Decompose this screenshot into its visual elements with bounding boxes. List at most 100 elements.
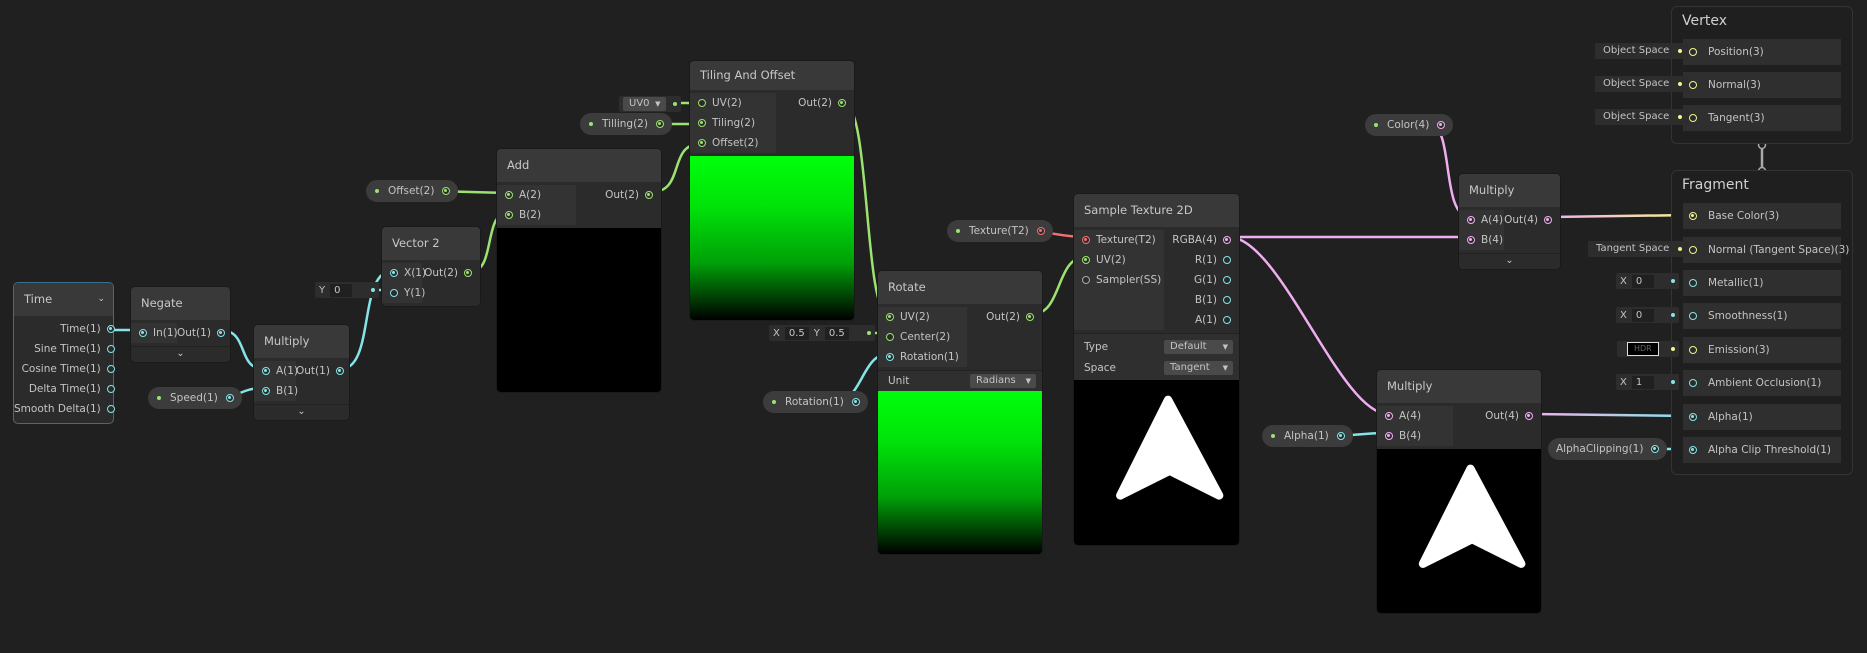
chevron-down-icon[interactable]: ⌄: [254, 404, 349, 420]
uv-channel-dropdown[interactable]: UV0: [623, 97, 666, 111]
port-icon[interactable]: [1223, 276, 1231, 284]
property-speed[interactable]: Speed(1): [148, 387, 242, 409]
input-port[interactable]: In(1): [131, 323, 178, 343]
multiply-node[interactable]: Multiply A(1) B(1) Out(1) ⌄: [254, 325, 349, 420]
tangent-space-default[interactable]: Object Space: [1595, 109, 1690, 125]
port-icon[interactable]: [1467, 236, 1475, 244]
block-normal-tangent[interactable]: Normal (Tangent Space)(3): [1683, 237, 1849, 263]
port-icon[interactable]: [1689, 312, 1697, 320]
port-icon[interactable]: [645, 191, 653, 199]
add-node[interactable]: Add A(2) B(2) Out(2): [497, 149, 661, 392]
property-offset[interactable]: Offset(2): [366, 180, 459, 202]
chevron-down-icon[interactable]: ⌄: [97, 283, 105, 316]
sample-texture-2d-node[interactable]: Sample Texture 2D Texture(T2) UV(2) Samp…: [1074, 194, 1239, 545]
input-port[interactable]: Tiling(2): [690, 113, 776, 133]
port-icon[interactable]: [106, 405, 115, 413]
block-normal[interactable]: Normal(3): [1683, 72, 1841, 98]
time-node[interactable]: Time ⌄ Time(1) Sine Time(1) Cosine Time(1…: [14, 283, 115, 423]
property-alpha-clipping[interactable]: AlphaClipping(1): [1548, 438, 1668, 460]
input-port[interactable]: B(4): [1377, 426, 1453, 446]
property-rotation[interactable]: Rotation(1): [763, 391, 868, 413]
port-icon[interactable]: [139, 329, 147, 337]
port-icon[interactable]: [1437, 121, 1446, 129]
output-port[interactable]: Out(1): [177, 323, 233, 343]
type-dropdown[interactable]: Default: [1164, 339, 1233, 354]
metallic-default[interactable]: X0: [1616, 273, 1679, 289]
center-y-input[interactable]: 0.5: [824, 326, 849, 340]
vertex-context[interactable]: Vertex Position(3) Normal(3) Tangent(3): [1671, 6, 1853, 144]
port-icon[interactable]: [1223, 296, 1231, 304]
y-value-input[interactable]: 0: [330, 283, 353, 297]
port-icon[interactable]: [1525, 412, 1533, 420]
hdr-color-swatch[interactable]: HDR: [1627, 342, 1659, 356]
block-metallic[interactable]: Metallic(1): [1683, 270, 1841, 296]
output-port[interactable]: Cosine Time(1): [14, 359, 123, 379]
port-icon[interactable]: [505, 211, 513, 219]
port-icon[interactable]: [698, 99, 706, 107]
input-port[interactable]: UV(2): [690, 93, 776, 113]
port-icon[interactable]: [390, 269, 398, 277]
port-icon[interactable]: [1336, 432, 1345, 440]
output-port[interactable]: R(1): [1164, 250, 1239, 270]
port-icon[interactable]: [106, 325, 115, 333]
port-icon[interactable]: [1223, 256, 1231, 264]
port-icon[interactable]: [1036, 227, 1045, 235]
negate-node[interactable]: Negate In(1) Out(1) ⌄: [131, 287, 230, 362]
metallic-input[interactable]: 0: [1631, 274, 1654, 288]
ambient-occlusion-input[interactable]: 1: [1631, 375, 1654, 389]
port-icon[interactable]: [1689, 114, 1697, 122]
input-port[interactable]: B(1): [254, 381, 298, 401]
input-port[interactable]: A(4): [1459, 210, 1504, 230]
tiling-and-offset-node[interactable]: Tiling And Offset UV(2) Tiling(2) Offset…: [690, 61, 854, 320]
port-icon[interactable]: [655, 120, 664, 128]
port-icon[interactable]: [886, 313, 894, 321]
center-x-input[interactable]: 0.5: [784, 326, 809, 340]
smoothness-input[interactable]: 0: [1631, 308, 1654, 322]
port-icon[interactable]: [1651, 445, 1660, 453]
port-icon[interactable]: [1026, 313, 1034, 321]
port-icon[interactable]: [390, 289, 398, 297]
output-port[interactable]: Out(2): [576, 185, 661, 205]
port-icon[interactable]: [262, 387, 270, 395]
input-port[interactable]: Offset(2): [690, 133, 776, 153]
port-icon[interactable]: [225, 394, 234, 402]
unit-dropdown[interactable]: Radians: [970, 374, 1036, 388]
port-icon[interactable]: [505, 191, 513, 199]
input-port[interactable]: Rotation(1): [878, 347, 967, 367]
port-icon[interactable]: [1082, 236, 1090, 244]
port-icon[interactable]: [1689, 212, 1697, 220]
output-port[interactable]: Out(4): [1453, 406, 1541, 426]
port-icon[interactable]: [851, 398, 860, 406]
position-space-default[interactable]: Object Space: [1595, 43, 1690, 59]
block-tangent[interactable]: Tangent(3): [1683, 105, 1841, 131]
multiply-color-node[interactable]: Multiply A(4) B(4) Out(4) ⌄: [1459, 174, 1560, 269]
port-icon[interactable]: [1082, 256, 1090, 264]
port-icon[interactable]: [1689, 413, 1697, 421]
port-icon[interactable]: [1223, 236, 1231, 244]
port-icon[interactable]: [1082, 276, 1090, 284]
y-default-field[interactable]: Y0: [315, 282, 379, 298]
multiply-alpha-node[interactable]: Multiply A(4) B(4) Out(4): [1377, 370, 1541, 613]
output-port[interactable]: B(1): [1164, 290, 1239, 310]
input-port[interactable]: B(2): [497, 205, 576, 225]
input-port[interactable]: UV(2): [1074, 250, 1164, 270]
block-alpha[interactable]: Alpha(1): [1683, 404, 1841, 430]
port-icon[interactable]: [1544, 216, 1552, 224]
input-port[interactable]: Center(2): [878, 327, 967, 347]
normal-space-default[interactable]: Tangent Space: [1588, 241, 1690, 257]
port-icon[interactable]: [1385, 412, 1393, 420]
output-port[interactable]: G(1): [1164, 270, 1239, 290]
input-port[interactable]: Sampler(SS): [1074, 270, 1164, 290]
property-alpha[interactable]: Alpha(1): [1262, 425, 1353, 447]
normal-space-default[interactable]: Object Space: [1595, 76, 1690, 92]
port-icon[interactable]: [106, 385, 115, 393]
input-port[interactable]: A(4): [1377, 406, 1453, 426]
block-position[interactable]: Position(3): [1683, 39, 1841, 65]
output-port[interactable]: Out(2): [776, 93, 854, 113]
output-port[interactable]: Sine Time(1): [14, 339, 123, 359]
output-port[interactable]: Delta Time(1): [14, 379, 123, 399]
port-icon[interactable]: [1689, 48, 1697, 56]
input-port[interactable]: Texture(T2): [1074, 230, 1164, 250]
port-icon[interactable]: [106, 345, 115, 353]
chevron-down-icon[interactable]: ⌄: [131, 346, 230, 362]
